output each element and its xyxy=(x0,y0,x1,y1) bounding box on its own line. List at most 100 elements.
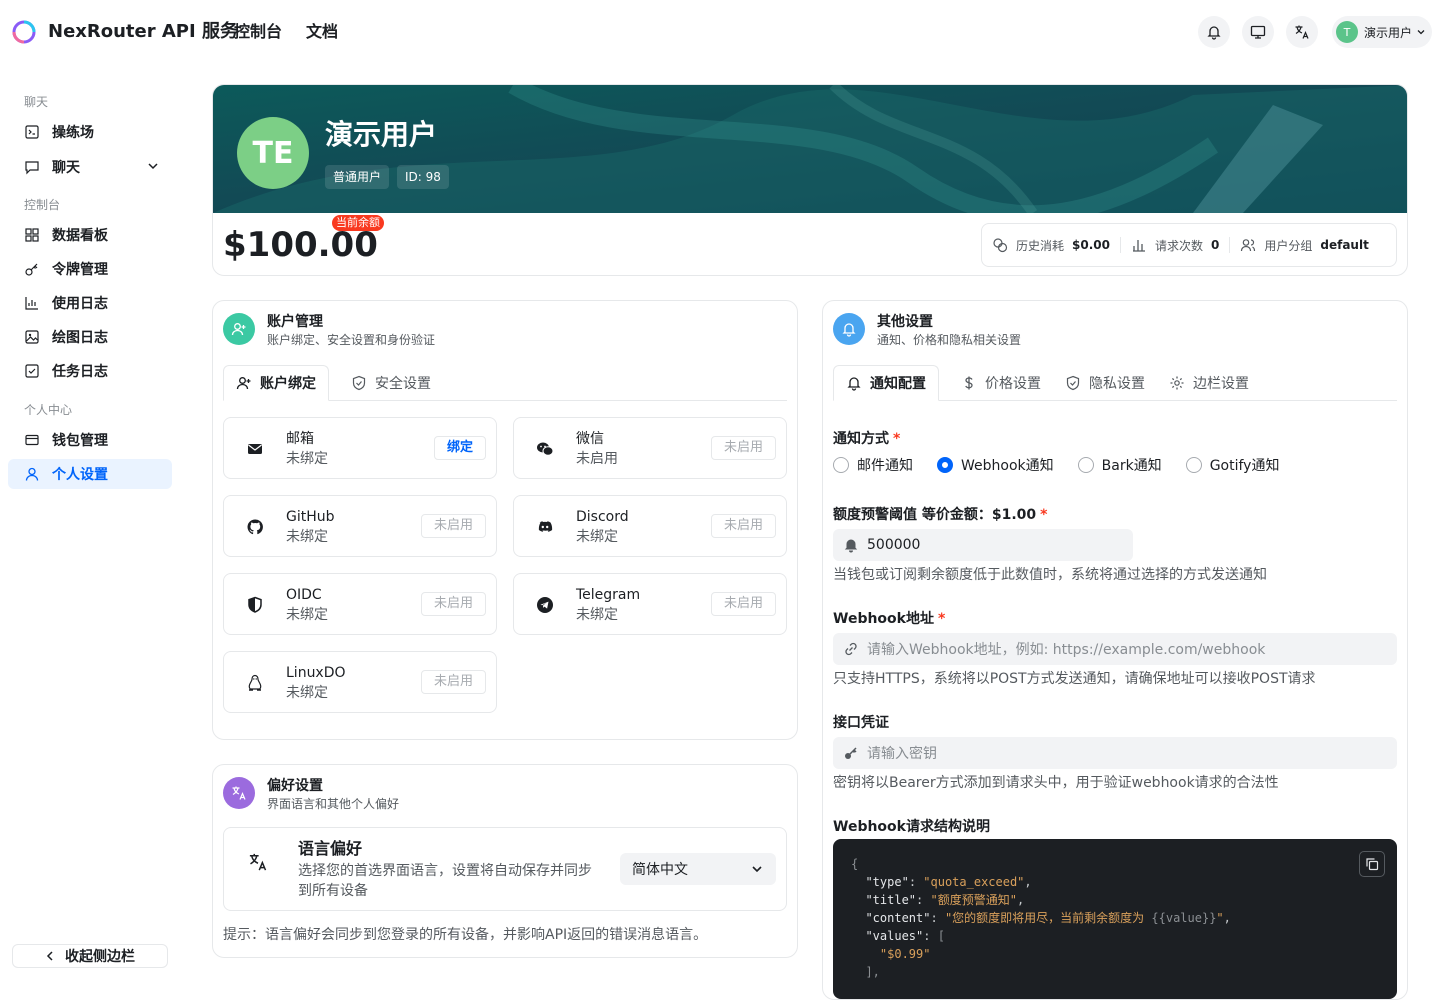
sidebar-item-label: 钱包管理 xyxy=(52,433,108,449)
code-string: " xyxy=(1216,911,1224,925)
nav-docs[interactable]: 文档 xyxy=(306,20,338,44)
notification-button[interactable] xyxy=(1198,16,1230,48)
language-title: 语言偏好 xyxy=(298,839,363,858)
shield-check-icon xyxy=(352,375,366,391)
nav-console[interactable]: 控制台 xyxy=(234,20,282,44)
radio-bark[interactable]: Bark通知 xyxy=(1077,455,1162,475)
sidebar-item-wallet[interactable]: 钱包管理 xyxy=(8,425,172,455)
language-tip: 提示：语言偏好会同步到您登录的所有设备，并影响API返回的错误消息语言。 xyxy=(223,927,708,943)
stat-user-group: 用户分组 default xyxy=(1230,237,1378,254)
code-string: "额度预警通知" xyxy=(930,893,1017,907)
webhook-label: Webhook地址 * xyxy=(833,611,946,627)
sidebar-item-label: 个人设置 xyxy=(52,467,108,483)
balance-badge: 当前余额 xyxy=(332,215,384,231)
bar-chart-icon xyxy=(25,297,38,310)
threshold-text: 额度预警阈值 等价金额：$1.00 xyxy=(833,507,1037,523)
bell-icon xyxy=(833,313,865,345)
tab-account-binding[interactable]: 账户绑定 xyxy=(223,365,329,401)
copy-code-button[interactable] xyxy=(1359,851,1385,877)
tab-label: 通知配置 xyxy=(870,376,926,392)
sidebar-item-label: 令牌管理 xyxy=(52,262,108,278)
radio-label: 邮件通知 xyxy=(857,458,913,474)
sidebar-item-label: 任务日志 xyxy=(52,364,108,380)
sidebar-item-chat[interactable]: 聊天 xyxy=(8,152,172,182)
binding-status: 未绑定 xyxy=(286,607,328,623)
language-button[interactable] xyxy=(1286,16,1318,48)
telegram-icon xyxy=(537,597,553,613)
bind-email-button[interactable]: 绑定 xyxy=(433,436,486,460)
tab-sidebar[interactable]: 边栏设置 xyxy=(1157,365,1261,401)
code-bracket: ], xyxy=(865,965,880,979)
sidebar-item-drawing-log[interactable]: 绘图日志 xyxy=(8,322,172,352)
role-badge: 普通用户 xyxy=(325,165,390,189)
wallet-icon xyxy=(25,434,39,446)
secret-input[interactable]: 请输入密钥 xyxy=(833,737,1397,769)
tab-pricing[interactable]: 价格设置 xyxy=(949,365,1053,401)
binding-status: 未绑定 xyxy=(286,529,328,545)
tab-notification[interactable]: 通知配置 xyxy=(833,365,939,401)
binding-name: Telegram xyxy=(576,587,641,603)
tab-label: 隐私设置 xyxy=(1089,376,1145,392)
radio-dot xyxy=(1185,457,1202,473)
github-icon xyxy=(247,519,263,535)
sidebar-item-label: 绘图日志 xyxy=(52,330,108,346)
sidebar-item-playground[interactable]: 操练场 xyxy=(8,117,172,147)
logo-icon[interactable] xyxy=(12,20,36,44)
webhook-url-input[interactable]: 请输入Webhook地址，例如: https://example.com/web… xyxy=(833,633,1397,665)
language-select[interactable]: 简体中文 xyxy=(620,853,776,885)
radio-email[interactable]: 邮件通知 xyxy=(833,455,913,475)
tab-security[interactable]: 安全设置 xyxy=(339,365,443,401)
user-menu[interactable]: T 演示用户 xyxy=(1332,16,1432,48)
language-desc-line1: 选择您的首选界面语言，设置将自动保存并同步 xyxy=(298,863,592,879)
binding-name: LinuxDO xyxy=(286,665,346,681)
collapse-sidebar-button[interactable]: 收起侧边栏 xyxy=(12,944,168,968)
code-line: { xyxy=(851,857,859,871)
sidebar-item-personal-settings[interactable]: 个人设置 xyxy=(8,459,172,489)
other-settings-card: 其他设置 通知、价格和隐私相关设置 通知配置 价格设置 隐私设置 边栏设置 通知… xyxy=(822,300,1408,1000)
sidebar-item-dashboard[interactable]: 数据看板 xyxy=(8,220,172,250)
bar-chart-icon xyxy=(1132,240,1145,252)
threshold-input[interactable]: 500000 xyxy=(833,529,1133,561)
preference-title: 偏好设置 xyxy=(267,778,323,794)
bind-discord-button[interactable]: 未启用 xyxy=(710,514,776,538)
bell-icon xyxy=(847,377,861,391)
bind-wechat-button[interactable]: 未启用 xyxy=(710,436,776,460)
sidebar-item-usage-log[interactable]: 使用日志 xyxy=(8,288,172,318)
bind-telegram-button[interactable]: 未启用 xyxy=(710,592,776,616)
theme-button[interactable] xyxy=(1242,16,1274,48)
collapse-label: 收起侧边栏 xyxy=(65,949,135,965)
link-icon xyxy=(845,642,857,656)
stat-label: 请求次数 xyxy=(1154,238,1203,253)
stat-label: 历史消耗 xyxy=(1016,238,1065,253)
binding-github: GitHub 未绑定 未启用 xyxy=(223,495,497,557)
binding-name: 邮箱 xyxy=(286,431,314,447)
code-bracket: [ xyxy=(937,929,945,943)
bind-oidc-button[interactable]: 未启用 xyxy=(420,592,486,616)
key-icon xyxy=(25,263,38,276)
balance-amount: $100.00 xyxy=(223,225,378,265)
code-string: "您的额度即将用尽，当前剩余额度为 xyxy=(944,911,1152,925)
tab-privacy[interactable]: 隐私设置 xyxy=(1053,365,1157,401)
binding-status: 未绑定 xyxy=(286,451,328,467)
account-card: 账户管理 账户绑定、安全设置和身份验证 账户绑定 安全设置 邮箱 未绑定 绑定 … xyxy=(212,300,798,740)
playground-icon xyxy=(25,125,39,139)
sidebar-group-chat: 聊天 xyxy=(24,95,49,109)
bind-linuxdo-button[interactable]: 未启用 xyxy=(420,670,486,694)
profile-card: TE 演示用户 普通用户 ID: 98 $100.00 当前余额 历史消耗 $0… xyxy=(212,84,1408,276)
sidebar-item-label: 操练场 xyxy=(52,125,94,141)
bind-github-button[interactable]: 未启用 xyxy=(420,514,486,538)
shield-check-icon xyxy=(1066,375,1080,391)
sidebar-item-task-log[interactable]: 任务日志 xyxy=(8,356,172,386)
avatar: T xyxy=(1336,21,1358,43)
webhook-text: Webhook地址 xyxy=(833,611,934,627)
code-variable: {{value}} xyxy=(1151,911,1217,925)
radio-webhook[interactable]: Webhook通知 xyxy=(937,455,1054,475)
image-icon xyxy=(25,330,39,344)
monitor-icon xyxy=(1250,25,1266,39)
profile-name: 演示用户 xyxy=(325,118,438,151)
sidebar-item-tokens[interactable]: 令牌管理 xyxy=(8,254,172,284)
id-badge: ID: 98 xyxy=(397,165,449,189)
translate-icon xyxy=(249,853,267,871)
radio-gotify[interactable]: Gotify通知 xyxy=(1185,455,1279,475)
app-title[interactable]: NexRouter API 服务 xyxy=(48,20,238,44)
